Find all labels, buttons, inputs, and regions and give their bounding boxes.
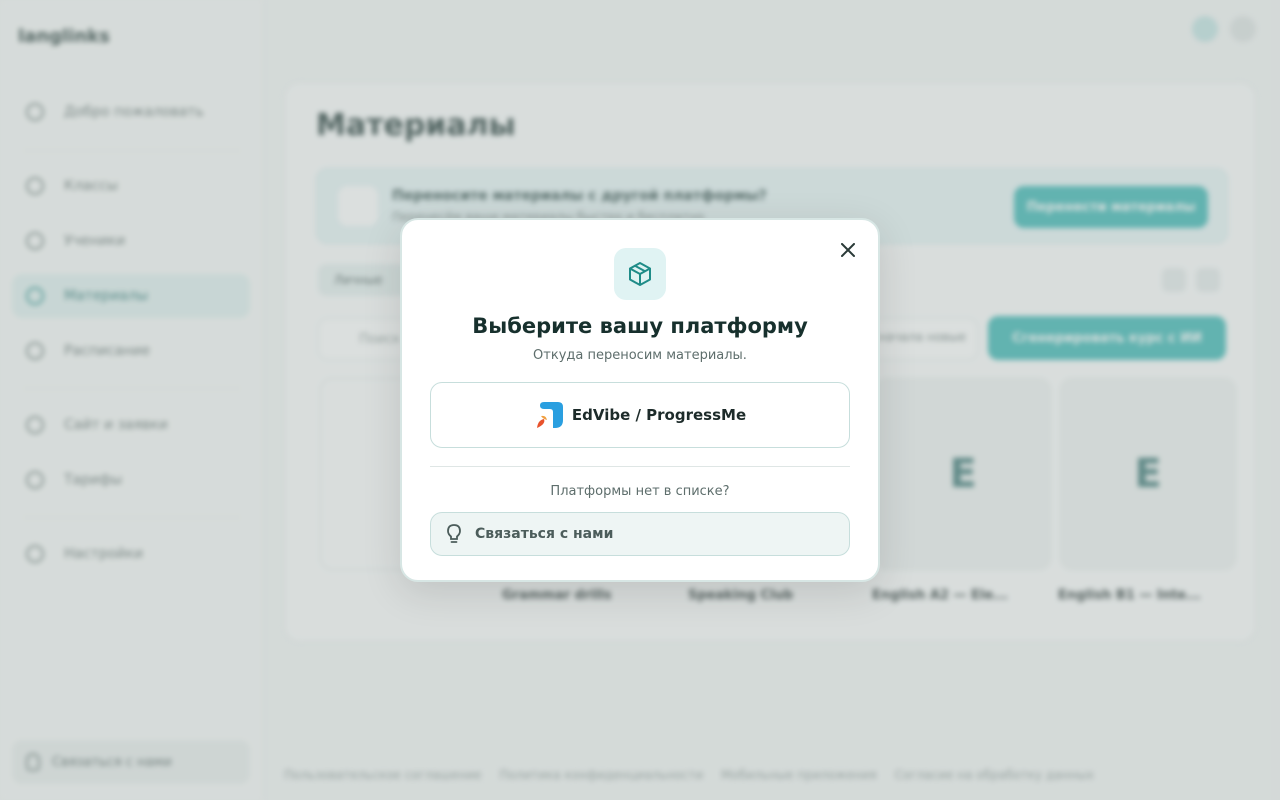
platform-select-modal: Выберите вашу платформу Откуда переносим… — [400, 218, 880, 582]
lightbulb-icon — [447, 524, 461, 543]
modal-header-icon — [614, 248, 666, 300]
close-button[interactable] — [836, 238, 860, 262]
platform-option-label: EdVibe / ProgressMe — [571, 406, 747, 424]
divider — [430, 466, 850, 467]
contact-us-label: Связаться с нами — [475, 526, 614, 542]
contact-us-button[interactable]: Связаться с нами — [430, 512, 850, 556]
close-icon — [841, 243, 855, 257]
platform-option-edvibe[interactable]: EdVibe / ProgressMe — [430, 382, 850, 448]
edvibe-logo-icon — [536, 402, 563, 428]
modal-subtitle: Откуда переносим материалы. — [533, 348, 747, 363]
modal-title: Выберите вашу платформу — [472, 314, 808, 338]
box-icon — [629, 262, 651, 286]
not-listed-text: Платформы нет в списке? — [550, 484, 730, 499]
